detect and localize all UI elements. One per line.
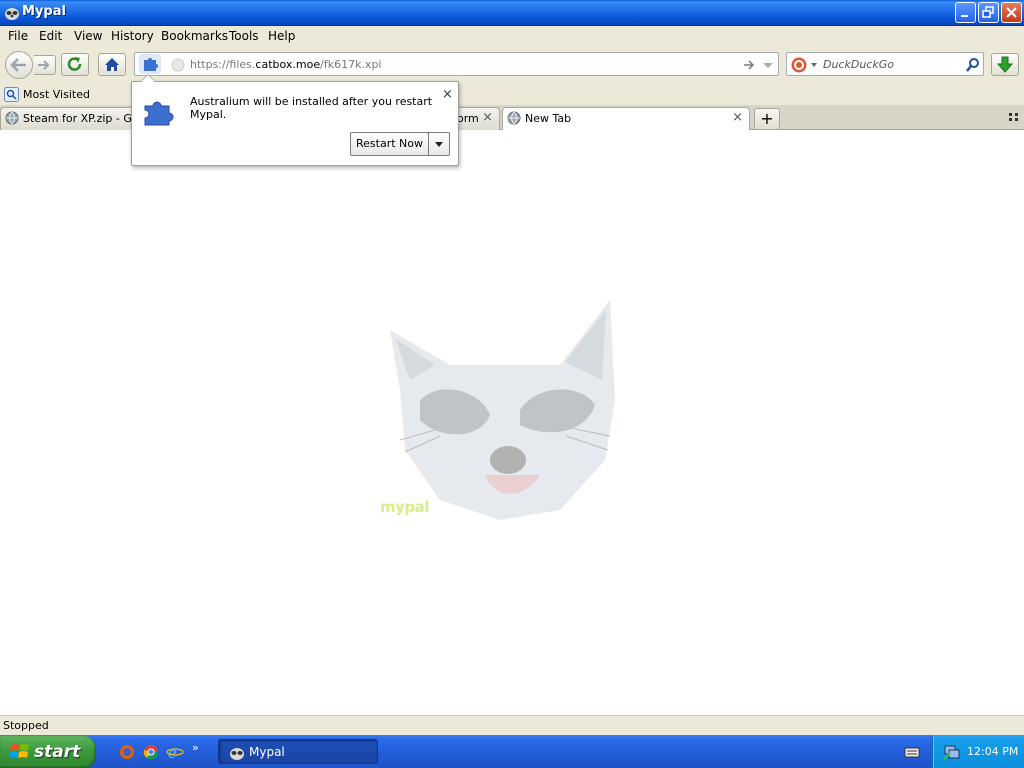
network-icon[interactable]	[943, 744, 961, 760]
addon-install-notification: Australium will be installed after you r…	[131, 74, 459, 166]
globe-icon	[507, 111, 521, 125]
tab-label: Steam for XP.zip - Google	[23, 112, 139, 125]
close-icon	[1006, 7, 1017, 18]
chrome-quicklaunch-icon[interactable]	[143, 744, 159, 760]
search-box[interactable]: DuckDuckGo	[786, 52, 984, 76]
close-window-button[interactable]	[1001, 2, 1022, 23]
most-visited-folder-icon	[4, 87, 19, 102]
close-notification-icon[interactable]: ×	[442, 87, 453, 102]
url-bar[interactable]: https://files.catbox.moe/fk617k.xpi	[134, 52, 779, 76]
mypal-taskbar-icon	[230, 748, 244, 760]
restart-now-button[interactable]: Restart Now	[350, 132, 429, 156]
addon-puzzle-large-icon	[144, 101, 174, 126]
popup-arrow-inner	[141, 75, 155, 82]
notification-message: Australium will be installed after you r…	[190, 95, 433, 121]
mypal-app-icon	[5, 8, 19, 20]
back-arrow-icon	[10, 58, 26, 72]
restart-options-dropdown[interactable]	[428, 132, 450, 156]
forward-button[interactable]	[34, 55, 56, 75]
taskbar-label: Mypal	[249, 745, 285, 759]
tab-list-grid-icon[interactable]	[1008, 111, 1020, 123]
search-icon[interactable]	[965, 57, 981, 73]
plus-icon: +	[760, 109, 774, 128]
tab-label: orm	[457, 112, 479, 125]
start-button[interactable]: start	[0, 736, 96, 768]
mypal-logo-text: mypal	[380, 498, 429, 516]
tab-label: New Tab	[525, 112, 572, 125]
system-tray: 12:04 PM	[932, 735, 1024, 768]
page-content: mypal	[0, 130, 1024, 715]
menu-bar: File Edit View History Bookmarks Tools H…	[0, 26, 1024, 47]
minimize-button[interactable]	[955, 2, 976, 23]
title-bar: Mypal	[0, 0, 1024, 26]
back-button[interactable]	[5, 51, 33, 79]
forward-arrow-icon	[38, 60, 50, 70]
taskbar-button-mypal[interactable]: Mypal	[218, 739, 378, 764]
menu-bookmarks[interactable]: Bookmarks	[161, 29, 228, 43]
svg-text:e: e	[168, 744, 177, 760]
menu-tools[interactable]: Tools	[229, 29, 259, 43]
reload-icon	[67, 57, 82, 71]
internet-explorer-quicklaunch-icon[interactable]: e	[166, 744, 184, 760]
history-dropdown-icon[interactable]	[762, 58, 774, 72]
restore-button[interactable]	[978, 2, 999, 23]
menu-file[interactable]: File	[8, 29, 28, 43]
globe-icon	[5, 111, 19, 125]
duckduckgo-engine-icon[interactable]	[790, 56, 820, 74]
most-visited-bookmark[interactable]: Most Visited	[4, 87, 90, 102]
site-identity-icon[interactable]	[171, 58, 185, 72]
tab-steam-for-xp[interactable]: Steam for XP.zip - Google	[0, 107, 140, 130]
keyboard-language-icon[interactable]	[904, 745, 920, 759]
menu-edit[interactable]: Edit	[39, 29, 62, 43]
windows-taskbar: start e » Mypal 12:04 PM	[0, 735, 1024, 768]
reload-button[interactable]	[61, 53, 89, 76]
tab-close-icon[interactable]: ×	[482, 110, 493, 125]
windows-logo-icon	[10, 744, 29, 758]
menu-view[interactable]: View	[74, 29, 102, 43]
menu-history[interactable]: History	[111, 29, 154, 43]
firefox-quicklaunch-icon[interactable]	[119, 744, 135, 760]
home-button[interactable]	[98, 53, 126, 76]
downloads-button[interactable]	[991, 53, 1019, 76]
go-arrow-icon[interactable]	[742, 58, 756, 72]
tab-new-tab[interactable]: New Tab ×	[502, 107, 750, 130]
most-visited-label: Most Visited	[23, 88, 90, 101]
home-icon	[105, 58, 119, 71]
status-text: Stopped	[3, 719, 49, 732]
clock[interactable]: 12:04 PM	[967, 745, 1018, 758]
dropdown-arrow-icon	[435, 142, 443, 147]
window-title: Mypal	[22, 4, 66, 19]
menu-help[interactable]: Help	[268, 29, 295, 43]
start-label: start	[34, 742, 81, 762]
download-arrow-icon	[996, 56, 1014, 73]
url-text[interactable]: https://files.catbox.moe/fk617k.xpi	[190, 58, 381, 71]
new-tab-button[interactable]: +	[754, 108, 780, 130]
addon-puzzle-icon[interactable]	[139, 54, 161, 74]
restore-icon	[982, 6, 994, 18]
tab-close-icon[interactable]: ×	[732, 110, 743, 125]
minimize-icon	[961, 15, 968, 17]
status-bar: Stopped	[0, 715, 1024, 735]
search-placeholder: DuckDuckGo	[823, 58, 894, 71]
quicklaunch-more-icon[interactable]: »	[192, 741, 199, 754]
